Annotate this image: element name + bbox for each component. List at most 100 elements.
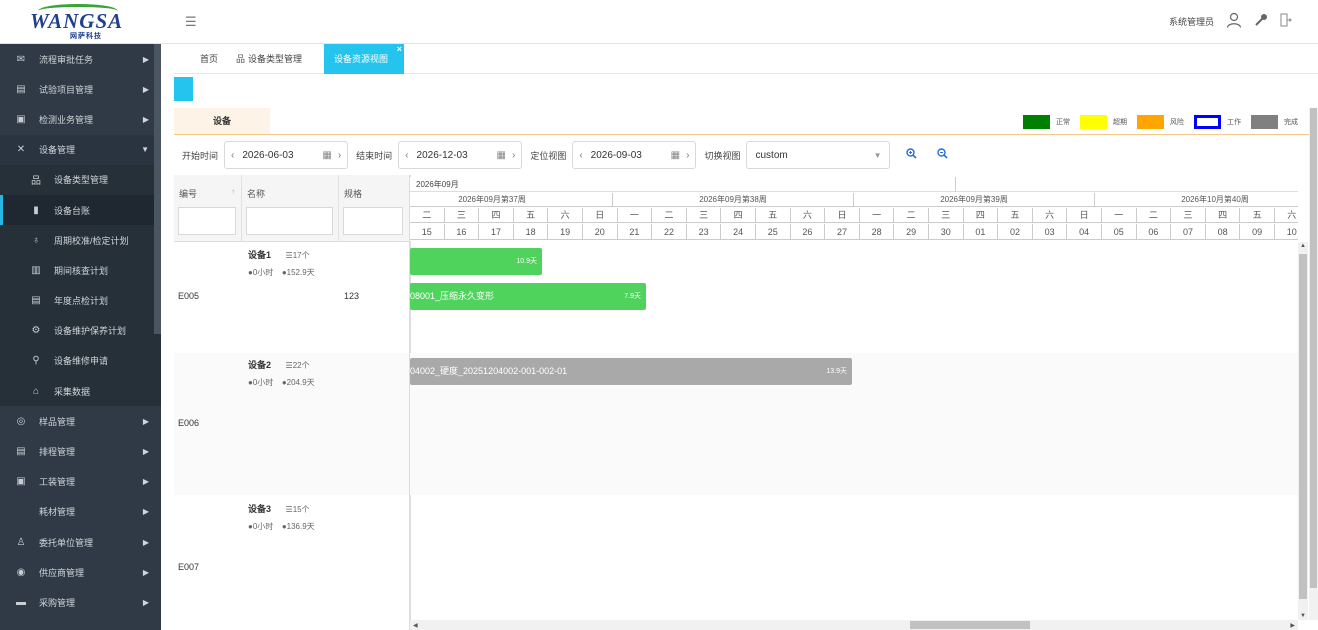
chevron-right-icon: ▶ bbox=[142, 537, 149, 547]
sort-icon[interactable]: ↑ bbox=[231, 187, 235, 196]
chevron-right-icon: ▶ bbox=[142, 597, 149, 607]
sidebar-item-supplier[interactable]: ◉ 供应商管理 ▶ bbox=[0, 557, 161, 587]
timeline-day: 05 bbox=[1102, 224, 1137, 240]
timeline-weekday: 五 bbox=[756, 208, 791, 223]
equipment-name[interactable]: 设备3 bbox=[248, 504, 271, 514]
timeline-horizontal-scrollbar[interactable]: ◀ ▶ bbox=[410, 620, 1298, 630]
sidebar-item-period-check[interactable]: ▥ 期间核查计划 bbox=[0, 255, 161, 286]
toolbar-accent[interactable] bbox=[174, 77, 193, 101]
close-icon[interactable]: × bbox=[397, 44, 402, 54]
calendar-icon[interactable]: ▦ bbox=[671, 150, 680, 161]
panel-divider bbox=[174, 134, 1310, 135]
timeline-weekday: 一 bbox=[1102, 208, 1137, 223]
key-icon[interactable] bbox=[1254, 13, 1268, 30]
ledger-icon: ▮ bbox=[33, 204, 39, 216]
timeline-day: 26 bbox=[790, 224, 826, 240]
legend-swatch-risk bbox=[1137, 115, 1164, 129]
sidebar-item-schedule[interactable]: ▤ 排程管理 ▶ bbox=[0, 436, 161, 466]
timeline-day: 28 bbox=[859, 224, 895, 240]
sidebar-item-repair-request[interactable]: ⚲ 设备维修申请 bbox=[0, 345, 161, 377]
sidebar-scrollbar[interactable] bbox=[154, 44, 161, 334]
sidebar-item-purchase[interactable]: ▬ 采购管理 ▶ bbox=[0, 587, 161, 617]
timeline-day: 25 bbox=[756, 224, 791, 240]
sidebar-item-maintenance-plan[interactable]: ⚙ 设备维护保养计划 bbox=[0, 315, 161, 346]
column-code[interactable]: 编号 ↑ bbox=[174, 175, 242, 242]
document-icon: ▤ bbox=[16, 83, 26, 95]
logout-icon[interactable] bbox=[1280, 13, 1292, 30]
sidebar-item-process-approval[interactable]: ✉ 流程审批任务 ▶ bbox=[0, 44, 161, 74]
column-spec[interactable]: 规格 bbox=[339, 175, 410, 242]
chevron-right-icon[interactable]: › bbox=[512, 150, 515, 161]
timeline-weekday: 日 bbox=[1067, 208, 1102, 223]
spec-filter-input[interactable] bbox=[343, 207, 403, 235]
sidebar-item-equipment-type[interactable]: 品设备类型管理 bbox=[0, 164, 161, 195]
start-time-label: 开始时间 bbox=[182, 150, 219, 161]
timeline-vertical-scrollbar[interactable]: ▲ ▼ bbox=[1298, 242, 1308, 620]
scroll-right-icon[interactable]: ▶ bbox=[1290, 622, 1295, 629]
timeline-weekday: 六 bbox=[790, 208, 826, 223]
equipment-name[interactable]: 设备2 bbox=[248, 360, 271, 370]
timeline-body: 10.9天 08001_压缩永久变形 7.9天 04002_硬度_20251204… bbox=[410, 242, 1298, 620]
menu-toggle-icon[interactable]: ☰ bbox=[185, 14, 197, 30]
timeline-weekday: 四 bbox=[721, 208, 756, 223]
sidebar-item-annual-check[interactable]: ▤ 年度点检计划 bbox=[0, 285, 161, 316]
sidebar-item-test-project[interactable]: ▤ 试验项目管理 ▶ bbox=[0, 74, 161, 104]
timeline-weekday: 三 bbox=[1171, 208, 1206, 223]
name-filter-input[interactable] bbox=[246, 207, 333, 235]
chevron-right-icon: ▶ bbox=[142, 447, 149, 457]
zoom-in-icon[interactable] bbox=[906, 148, 918, 162]
sidebar-item-collect-data[interactable]: ⌂ 采集数据 bbox=[0, 376, 161, 407]
end-date-picker[interactable]: ‹ 2026-12-03 ▦ › bbox=[398, 141, 523, 169]
user-name[interactable]: 系统管理员 bbox=[1169, 15, 1214, 28]
view-mode-select[interactable]: custom ▼ bbox=[746, 141, 891, 169]
sidebar-item-equipment[interactable]: ✕ 设备管理 ▼ bbox=[0, 134, 161, 165]
sidebar-item-calibration-plan[interactable]: ♁ 周期校准/检定计划 bbox=[0, 225, 161, 256]
user-area: 系统管理员 bbox=[1169, 12, 1292, 31]
timeline-weekday: 六 bbox=[548, 208, 583, 223]
clipboard-icon: ▥ bbox=[31, 264, 41, 276]
schedule-icon: ▤ bbox=[16, 446, 26, 458]
sidebar-item-client-unit[interactable]: ♙ 委托单位管理 ▶ bbox=[0, 527, 161, 557]
sidebar-item-inspection[interactable]: ▣ 检测业务管理 ▶ bbox=[0, 104, 161, 134]
scroll-thumb[interactable] bbox=[910, 621, 1030, 629]
chevron-left-icon[interactable]: ‹ bbox=[231, 150, 234, 161]
scroll-up-icon[interactable]: ▲ bbox=[1300, 243, 1306, 249]
calendar-icon[interactable]: ▦ bbox=[322, 150, 331, 161]
code-filter-input[interactable] bbox=[178, 207, 236, 235]
task-bar[interactable]: 04002_硬度_20251204002-001-002-01 13.9天 bbox=[410, 358, 852, 385]
sidebar-item-equipment-ledger[interactable]: ▮ 设备台账 bbox=[0, 194, 161, 226]
chevron-left-icon[interactable]: ‹ bbox=[405, 150, 408, 161]
scroll-left-icon[interactable]: ◀ bbox=[413, 622, 418, 629]
user-icon[interactable] bbox=[1226, 12, 1242, 31]
task-bar[interactable]: 10.9天 bbox=[410, 248, 542, 275]
chevron-right-icon[interactable]: › bbox=[686, 150, 689, 161]
scroll-down-icon[interactable]: ▼ bbox=[1300, 613, 1306, 619]
tab-home[interactable]: 首页 bbox=[200, 44, 218, 74]
timeline-weekday: 五 bbox=[1240, 208, 1275, 223]
calendar-icon[interactable]: ▦ bbox=[497, 150, 506, 161]
list-icon: ☰ bbox=[285, 361, 293, 370]
chevron-left-icon[interactable]: ‹ bbox=[579, 150, 582, 161]
locate-date-picker[interactable]: ‹ 2026-09-03 ▦ › bbox=[572, 141, 697, 169]
zoom-out-icon[interactable] bbox=[937, 148, 949, 162]
panel-tab-equipment[interactable]: 设备 bbox=[174, 108, 270, 134]
chevron-down-icon: ▼ bbox=[141, 145, 149, 155]
sidebar-item-sample[interactable]: ◎ 样品管理 ▶ bbox=[0, 406, 161, 436]
supplier-icon: ◉ bbox=[16, 566, 26, 578]
wrench-icon: ⚙ bbox=[31, 325, 41, 337]
task-bar[interactable]: 08001_压缩永久变形 7.9天 bbox=[410, 283, 646, 310]
tab-equipment-type[interactable]: 品设备类型管理 bbox=[236, 44, 302, 74]
tab-resource-view[interactable]: 设备资源视图 × bbox=[324, 44, 404, 74]
list-icon: ☰ bbox=[285, 251, 293, 260]
sidebar-item-fixture[interactable]: ▣ 工装管理 ▶ bbox=[0, 467, 161, 497]
equipment-name[interactable]: 设备1 bbox=[248, 250, 271, 260]
sidebar-item-consumables[interactable]: 耗材管理 ▶ bbox=[0, 497, 161, 527]
chevron-right-icon[interactable]: › bbox=[338, 150, 341, 161]
scroll-thumb[interactable] bbox=[1299, 254, 1307, 599]
scroll-thumb[interactable] bbox=[1310, 108, 1317, 588]
timeline-weekday: 二 bbox=[1136, 208, 1172, 223]
page-vertical-scrollbar[interactable] bbox=[1309, 108, 1318, 620]
start-date-picker[interactable]: ‹ 2026-06-03 ▦ › bbox=[224, 141, 349, 169]
timeline-weekday: 五 bbox=[998, 208, 1033, 223]
column-name[interactable]: 名称 bbox=[242, 175, 339, 242]
